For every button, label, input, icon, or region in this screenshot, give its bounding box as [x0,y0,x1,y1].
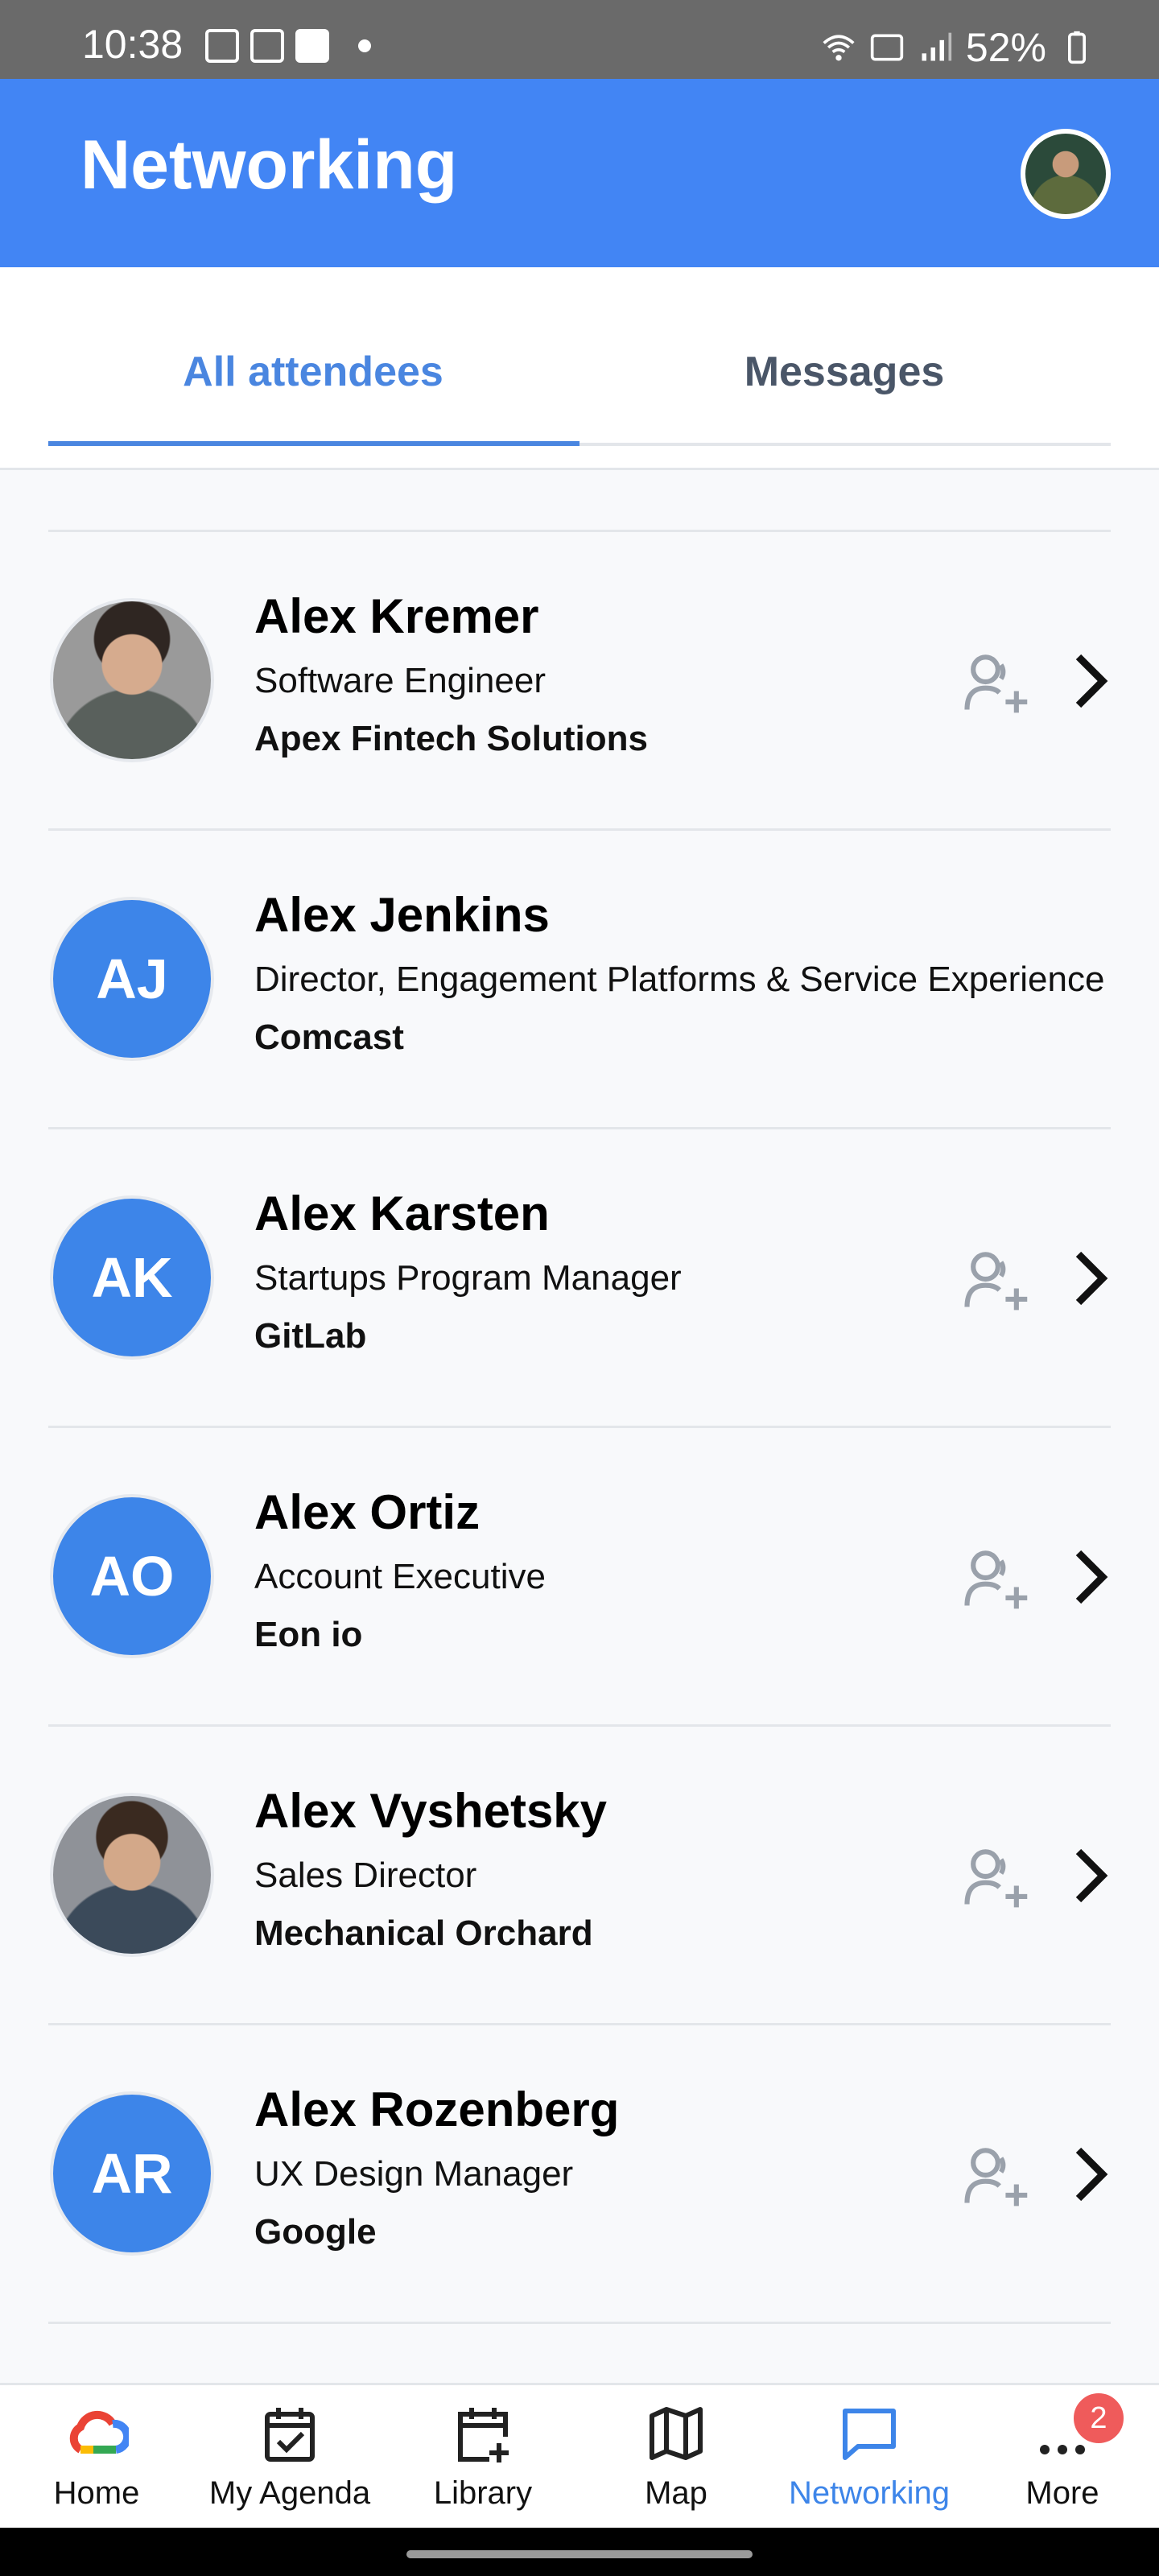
page-title: Networking [80,126,458,204]
chevron-right-icon[interactable] [1070,2146,1111,2202]
add-contact-icon[interactable] [958,645,1032,719]
gallery-icon [205,29,239,63]
add-contact-icon[interactable] [958,1541,1032,1615]
battery-percent: 52% [965,25,1046,70]
chevron-right-icon[interactable] [1070,1847,1111,1904]
attendee-initials-avatar: AJ [50,897,214,1061]
system-navigation [0,2528,1159,2576]
notification-icons [205,29,371,63]
google-cloud-icon [69,2410,129,2454]
tab-bar: All attendees Messages [0,267,1159,470]
attendee-row[interactable]: AK Alex Karsten Startups Program Manager… [48,1129,1111,1428]
notification-badge: 2 [1070,2390,1127,2446]
attendee-row[interactable]: AO Alex Ortiz Account Executive Eon io [48,1428,1111,1727]
chevron-right-icon[interactable] [1070,1549,1111,1605]
attendee-row[interactable]: Alex Vyshetsky Sales Director Mechanical… [48,1727,1111,2025]
attendee-name: Alex Karsten [254,1187,550,1241]
add-contact-icon[interactable] [958,1839,1032,1913]
attendee-company: Mechanical Orchard [254,1913,593,1953]
attendee-row[interactable]: AJ Alex Jenkins Director, Engagement Pla… [48,831,1111,1129]
attendee-name: Alex Ortiz [254,1485,481,1539]
nav-map[interactable]: Map [580,2385,773,2530]
status-bar: 10:38 52% [0,0,1159,79]
attendee-row[interactable]: Alex Kremer Software Engineer Apex Finte… [48,532,1111,831]
nav-label: My Agenda [208,2475,371,2511]
nav-networking[interactable]: Networking [773,2385,966,2530]
map-icon [650,2407,703,2460]
attendee-initials-avatar: AK [50,1195,214,1360]
more-notifications-icon [358,39,371,52]
nav-my-agenda[interactable]: My Agenda [193,2385,386,2530]
nav-label: More [1025,2475,1099,2511]
calendar-add-icon [458,2408,509,2462]
attendee-name: Alex Rozenberg [254,2083,620,2136]
attendee-photo [50,598,214,762]
nav-label: Networking [788,2475,951,2511]
wifi-icon [823,35,855,61]
cell-signal-icon [922,32,952,61]
nav-more[interactable]: 2 More [966,2385,1159,2530]
status-time: 10:38 [82,22,184,67]
nav-library[interactable]: Library [386,2385,580,2530]
attendee-name: Alex Kremer [254,589,539,643]
outlook-icon [250,29,284,63]
attendee-row[interactable]: AR Alex Rozenberg UX Design Manager Goog… [48,2025,1111,2324]
chat-icon [843,2409,896,2460]
attendee-company: Google [254,2212,377,2252]
attendee-title: Director, Engagement Platforms & Service… [254,960,1105,999]
home-gesture-bar[interactable] [406,2550,753,2558]
status-right: 52% [821,24,1095,71]
profile-avatar[interactable] [1021,129,1111,219]
chevron-right-icon[interactable] [1070,1250,1111,1307]
nav-label: Map [645,2475,707,2511]
add-contact-icon[interactable] [958,2138,1032,2212]
attendee-initials-avatar: AR [50,2091,214,2256]
attendee-company: GitLab [254,1316,367,1356]
tab-all-attendees[interactable]: All attendees [48,348,578,396]
add-contact-icon[interactable] [958,1242,1032,1316]
attendee-company: Comcast [254,1018,404,1057]
attendee-company: Eon io [254,1615,363,1654]
attendee-name: Alex Jenkins [254,888,550,942]
app-header: Networking [0,79,1159,267]
bottom-nav: Home My Agenda Library Map Networking 2 … [0,2383,1159,2528]
calendar-check-icon [265,2408,315,2462]
tab-messages[interactable]: Messages [580,348,1109,396]
attendee-initials-avatar: AO [50,1494,214,1658]
nav-label: Library [433,2475,533,2511]
battery-icon [1068,31,1086,64]
chevron-right-icon[interactable] [1070,653,1111,709]
attendee-name: Alex Vyshetsky [254,1784,608,1838]
volte-icon [870,34,904,61]
paytm-icon [295,29,329,63]
active-tab-indicator [48,441,580,446]
attendee-company: Apex Fintech Solutions [254,719,648,758]
attendee-photo [50,1793,214,1957]
nav-label: Home [53,2475,140,2511]
nav-home[interactable]: Home [0,2385,193,2530]
